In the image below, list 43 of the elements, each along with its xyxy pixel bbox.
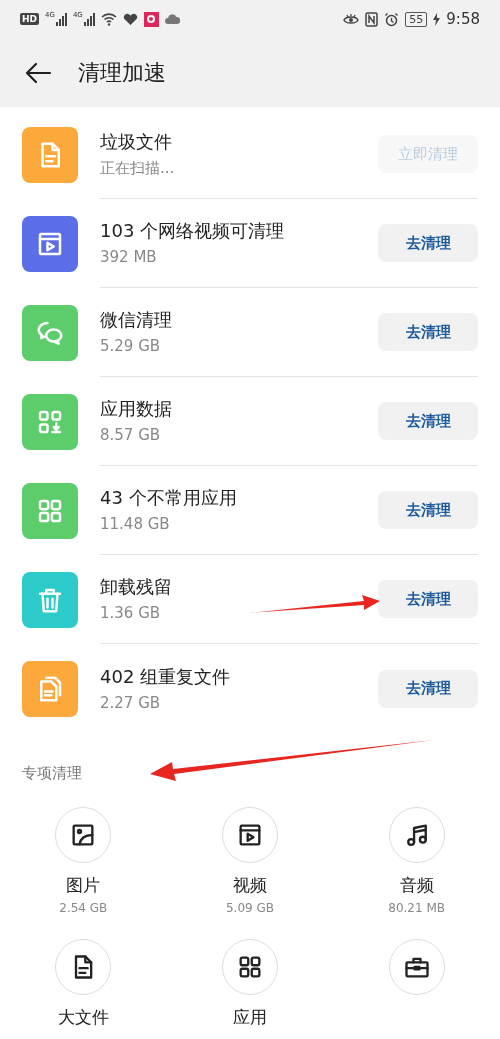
category-label: 应用 (233, 1007, 267, 1027)
battery-icon: 55 (405, 11, 428, 27)
alarm-icon (384, 11, 400, 27)
section-title: 专项清理 (22, 764, 82, 782)
item-size: 正在扫描... (100, 159, 176, 177)
hd-icon: HD (20, 13, 39, 25)
clock-time: 9:58 (446, 8, 480, 30)
item-title: 103 个网络视频可清理 (100, 220, 286, 242)
item-size: 2.27 GB (100, 693, 162, 712)
item-title: 卸载残留 (100, 576, 173, 598)
item-title: 应用数据 (100, 398, 173, 420)
category-button[interactable] (222, 939, 278, 995)
nfc-icon (365, 11, 379, 27)
category-label: 音频 (399, 875, 434, 895)
category-label: 大文件 (57, 1007, 109, 1027)
cloud-icon (164, 14, 180, 24)
category-size: 2.54 GB (59, 900, 108, 917)
clean-button[interactable]: 去清理 (378, 491, 478, 529)
page-title: 清理加速 (78, 59, 166, 87)
clean-button[interactable]: 去清理 (378, 402, 478, 440)
clean-button[interactable]: 去清理 (378, 224, 478, 262)
wifi-icon (100, 12, 117, 26)
item-title: 43 个不常用应用 (100, 487, 238, 509)
category-size: 5.09 GB (225, 900, 275, 917)
item-size: 11.48 GB (100, 515, 171, 533)
category-label: 视频 (233, 875, 267, 895)
eye-icon (343, 12, 360, 26)
item-title: 微信清理 (100, 309, 173, 331)
item-size: 5.29 GB (100, 337, 162, 355)
clean-button[interactable]: 去清理 (378, 580, 478, 618)
category-button[interactable] (222, 807, 278, 863)
category-label: 图片 (66, 875, 101, 895)
clean-button[interactable]: 去清理 (378, 313, 478, 351)
item-title: 垃圾文件 (100, 131, 173, 153)
item-size: 392 MB (100, 248, 158, 266)
charging-icon (433, 12, 441, 26)
app-notification-icon (143, 11, 159, 27)
heart-icon (122, 12, 138, 26)
item-size: 1.36 GB (100, 604, 162, 622)
clean-button[interactable]: 去清理 (378, 669, 478, 708)
item-size: 8.57 GB (100, 426, 162, 444)
item-title: 402 组重复文件 (100, 665, 232, 688)
category-size: 80.21 MB (388, 900, 446, 917)
